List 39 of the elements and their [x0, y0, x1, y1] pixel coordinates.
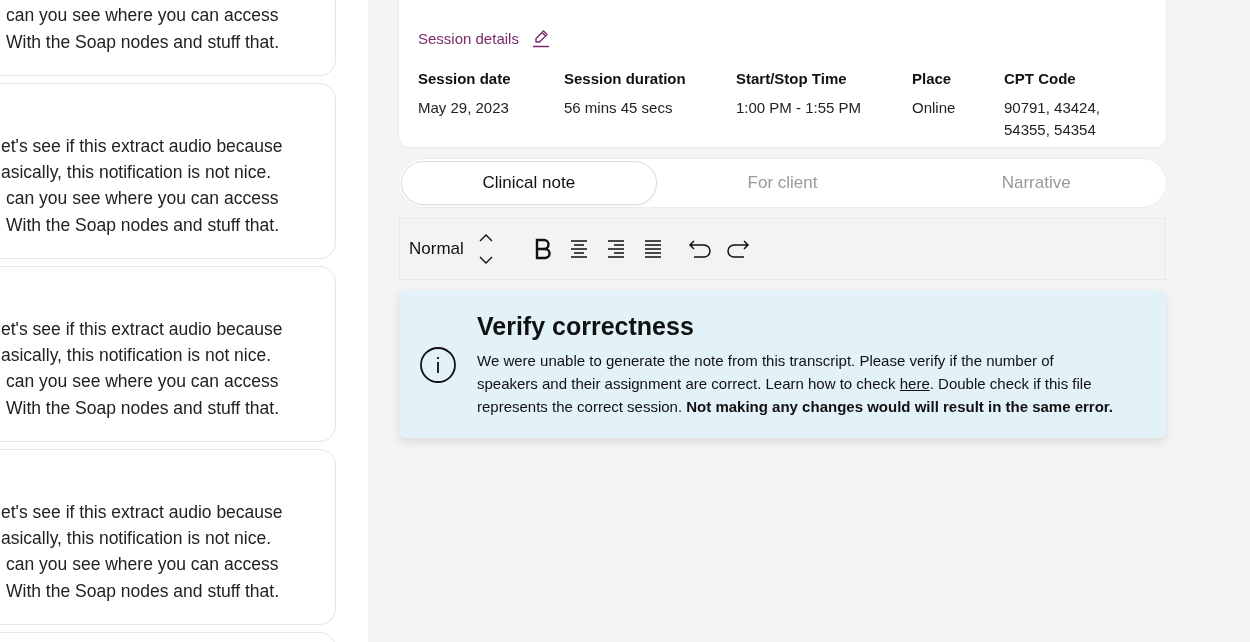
- transcript-line: can you see where you can access: [5, 187, 280, 211]
- align-justify-icon[interactable]: [642, 239, 663, 259]
- transcript-line: et's see if this extract audio because: [1, 134, 283, 158]
- field-label: Session duration: [564, 70, 687, 87]
- field-value: 90791, 43424, 54355, 54354: [1004, 98, 1101, 140]
- tab[interactable]: Clinical note: [402, 162, 656, 204]
- transcript-line: With the Soap nodes and stuff that.: [5, 396, 281, 420]
- transcript-line: asically, this notification is not nice.: [1, 161, 273, 185]
- field-label: Session date: [418, 70, 512, 87]
- transcript-line: With the Soap nodes and stuff that.: [5, 30, 280, 54]
- redo-icon[interactable]: [725, 239, 750, 259]
- field-label: CPT Code: [1004, 70, 1077, 87]
- info-icon: [419, 346, 457, 384]
- transcript-line: can you see where you can access: [5, 370, 280, 394]
- field-value: 1:00 PM - 1:55 PM: [736, 98, 863, 118]
- field-value: Online: [912, 98, 957, 118]
- alert-message: We were unable to generate the note from this transcript. Please verify if the number of speakers and their assignment are correct. Learn how to check here. Double check if this file represents the correct session. Not making any changes would will result in the same error.: [477, 351, 1115, 417]
- transcript-line: With the Soap nodes and stuff that.: [5, 213, 281, 237]
- session-details-title: Session details: [418, 29, 519, 47]
- edit-icon[interactable]: [531, 28, 550, 48]
- field-value: May 29, 2023: [418, 98, 510, 118]
- field-label: Place: [912, 70, 953, 87]
- field-label: Start/Stop Time: [736, 70, 848, 87]
- transcript-line: asically, this notification is not nice.: [1, 527, 273, 551]
- transcript-line: With the Soap nodes and stuff that.: [5, 579, 281, 603]
- bold-icon[interactable]: [533, 238, 552, 260]
- align-right-icon[interactable]: [605, 239, 626, 259]
- text-style-select[interactable]: Normal: [409, 233, 494, 265]
- transcript-line: et's see if this extract audio because: [1, 317, 283, 341]
- help-link[interactable]: here: [899, 375, 930, 392]
- alert-title: Verify correctness: [477, 312, 695, 341]
- transcript-line: can you see where you can access: [5, 4, 280, 28]
- transcript-line: can you see where you can access: [5, 553, 280, 577]
- transcript-line: et's see if this extract audio because: [1, 500, 283, 524]
- transcript-line: asically, this notification is not nice.: [1, 344, 273, 368]
- undo-icon[interactable]: [687, 239, 712, 259]
- field-value: 56 mins 45 secs: [564, 98, 674, 118]
- align-center-icon[interactable]: [568, 239, 589, 259]
- chevron-up-down-icon: [477, 233, 494, 265]
